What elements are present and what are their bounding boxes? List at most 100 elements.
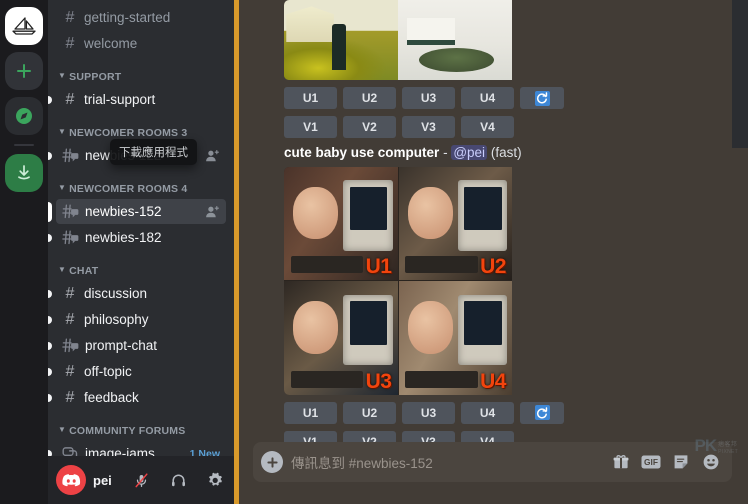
category-label: NEWCOMER ROOMS 4 — [69, 183, 188, 195]
image-cell[interactable]: U3 — [284, 281, 398, 395]
chevron-down-icon: ▼ — [58, 265, 67, 274]
sidebar-item-prompt-chat[interactable]: prompt-chat — [48, 333, 226, 358]
message-input-bar[interactable]: 傳訊息到 #newbies-152 GIF — [253, 442, 732, 482]
upscale-button-u4[interactable]: U4 — [461, 401, 514, 424]
variation-button-v3[interactable]: V3 — [402, 430, 455, 442]
user-panel: pei — [48, 456, 234, 504]
image-cell[interactable]: U4 — [398, 281, 512, 395]
variation-button-v4[interactable]: V4 — [461, 430, 514, 442]
sidebar-item-newbies-152[interactable]: newbies-152 — [48, 199, 226, 224]
hash-icon: # — [65, 362, 75, 380]
chevron-down-icon: ▼ — [58, 127, 67, 136]
upscale-button-u1[interactable]: U1 — [284, 401, 337, 424]
category-header-community-forums[interactable]: ▼ COMMUNITY FORUMS — [48, 411, 234, 440]
message-list[interactable]: U1 U2 U3 U4 V1 V2 V3 V4 cute baby use computer -… — [239, 0, 748, 442]
sidebar-item-image-jams[interactable]: image-jams 1 New — [48, 441, 226, 456]
sidebar-item-feedback[interactable]: # feedback — [48, 385, 226, 410]
sticker-button[interactable] — [670, 451, 692, 473]
channel-name: welcome — [84, 36, 138, 51]
sidebar-item-philosophy[interactable]: # philosophy — [48, 307, 226, 332]
category-label: SUPPORT — [69, 71, 122, 83]
category-header-support[interactable]: ▼ SUPPORT — [48, 57, 234, 86]
category-header-chat[interactable]: ▼ CHAT — [48, 251, 234, 280]
upscale-button-u4[interactable]: U4 — [461, 87, 514, 109]
upscale-button-u1[interactable]: U1 — [284, 87, 337, 109]
download-icon — [18, 165, 30, 180]
upscale-button-u3[interactable]: U3 — [402, 401, 455, 424]
variation-button-v4[interactable]: V4 — [461, 116, 514, 138]
attach-button[interactable] — [261, 451, 283, 473]
mic-mute-button[interactable] — [126, 465, 156, 495]
plus-icon — [266, 456, 278, 468]
headset-icon — [171, 474, 185, 486]
hash-icon: # — [65, 388, 75, 406]
image-cell[interactable] — [284, 0, 398, 80]
emoji-icon — [703, 454, 719, 470]
generated-image-grid[interactable]: U1 U2 U3 U4 — [284, 166, 732, 395]
sidebar-item-getting-started[interactable]: # getting-started — [56, 5, 226, 30]
download-apps-button[interactable] — [5, 154, 43, 192]
image-label: U3 — [365, 369, 392, 393]
sidebar-item-newbies-182[interactable]: newbies-182 — [48, 225, 226, 250]
reroll-button[interactable] — [520, 87, 564, 109]
variation-button-v1[interactable]: V1 — [284, 430, 337, 442]
hash-icon: # — [65, 284, 75, 302]
refresh-arrows-icon — [537, 92, 548, 104]
mode-label: (fast) — [490, 145, 522, 160]
author-mention[interactable]: @pei — [451, 145, 488, 160]
explore-servers-button[interactable] — [5, 97, 43, 135]
image-cell[interactable]: U2 — [398, 166, 512, 281]
svg-text:GIF: GIF — [644, 457, 658, 467]
image-cell[interactable]: U1 — [284, 166, 398, 281]
thread-icon — [62, 204, 79, 219]
chevron-down-icon: ▼ — [58, 71, 67, 80]
user-settings-button[interactable] — [200, 465, 230, 495]
gear-icon — [208, 472, 222, 486]
category-header-newcomer-rooms-4[interactable]: ▼ NEWCOMER ROOMS 4 — [48, 169, 234, 198]
upscale-button-u3[interactable]: U3 — [402, 87, 455, 109]
category-label: NEWCOMER ROOMS 3 — [69, 127, 188, 139]
discord-window: # getting-started # welcome ▼ SUPPORT # trial-s… — [0, 0, 748, 504]
channel-list[interactable]: # getting-started # welcome ▼ SUPPORT # trial-s… — [48, 0, 234, 456]
compass-icon — [16, 108, 32, 124]
message-input[interactable]: 傳訊息到 #newbies-152 — [291, 452, 602, 472]
upscale-button-u2[interactable]: U2 — [343, 401, 396, 424]
avatar[interactable] — [56, 465, 86, 495]
reroll-button[interactable] — [520, 401, 564, 424]
image-cell[interactable] — [398, 0, 512, 80]
generated-image-grid[interactable] — [284, 0, 732, 80]
channel-sidebar: # getting-started # welcome ▼ SUPPORT # trial-s… — [48, 0, 234, 504]
variation-button-v3[interactable]: V3 — [402, 116, 455, 138]
refresh-icon — [534, 405, 550, 421]
hash-icon: # — [65, 34, 75, 52]
gif-icon: GIF — [641, 455, 661, 469]
gif-button[interactable]: GIF — [640, 451, 662, 473]
thread-icon — [62, 148, 79, 163]
chevron-down-icon: ▼ — [58, 425, 67, 434]
sidebar-item-off-topic[interactable]: # off-topic — [48, 359, 226, 384]
add-member-icon[interactable] — [205, 205, 220, 219]
add-member-icon[interactable] — [205, 149, 220, 163]
sidebar-item-welcome[interactable]: # welcome — [56, 31, 226, 56]
upscale-button-u2[interactable]: U2 — [343, 87, 396, 109]
forum-icon — [62, 447, 78, 456]
variation-button-v2[interactable]: V2 — [343, 116, 396, 138]
channel-name: newbies-152 — [85, 204, 162, 219]
variation-button-v2[interactable]: V2 — [343, 430, 396, 442]
sidebar-item-discussion[interactable]: # discussion — [48, 281, 226, 306]
hash-icon: # — [65, 90, 75, 108]
channel-name: trial-support — [84, 92, 156, 107]
chevron-down-icon: ▼ — [58, 183, 67, 192]
sidebar-item-trial-support[interactable]: # trial-support — [48, 87, 226, 112]
message-header: cute baby use computer - @pei (fast) — [284, 138, 732, 167]
category-header-newcomer-rooms-3[interactable]: ▼ NEWCOMER ROOMS 3 — [48, 113, 234, 142]
gift-button[interactable] — [610, 451, 632, 473]
server-icon-midjourney[interactable] — [5, 7, 43, 45]
variation-button-v1[interactable]: V1 — [284, 116, 337, 138]
deafen-button[interactable] — [163, 465, 193, 495]
image-label: U2 — [480, 255, 506, 279]
add-server-button[interactable] — [5, 52, 43, 90]
category-label: COMMUNITY FORUMS — [69, 425, 186, 437]
channel-name: philosophy — [84, 312, 149, 327]
emoji-button[interactable] — [700, 451, 722, 473]
